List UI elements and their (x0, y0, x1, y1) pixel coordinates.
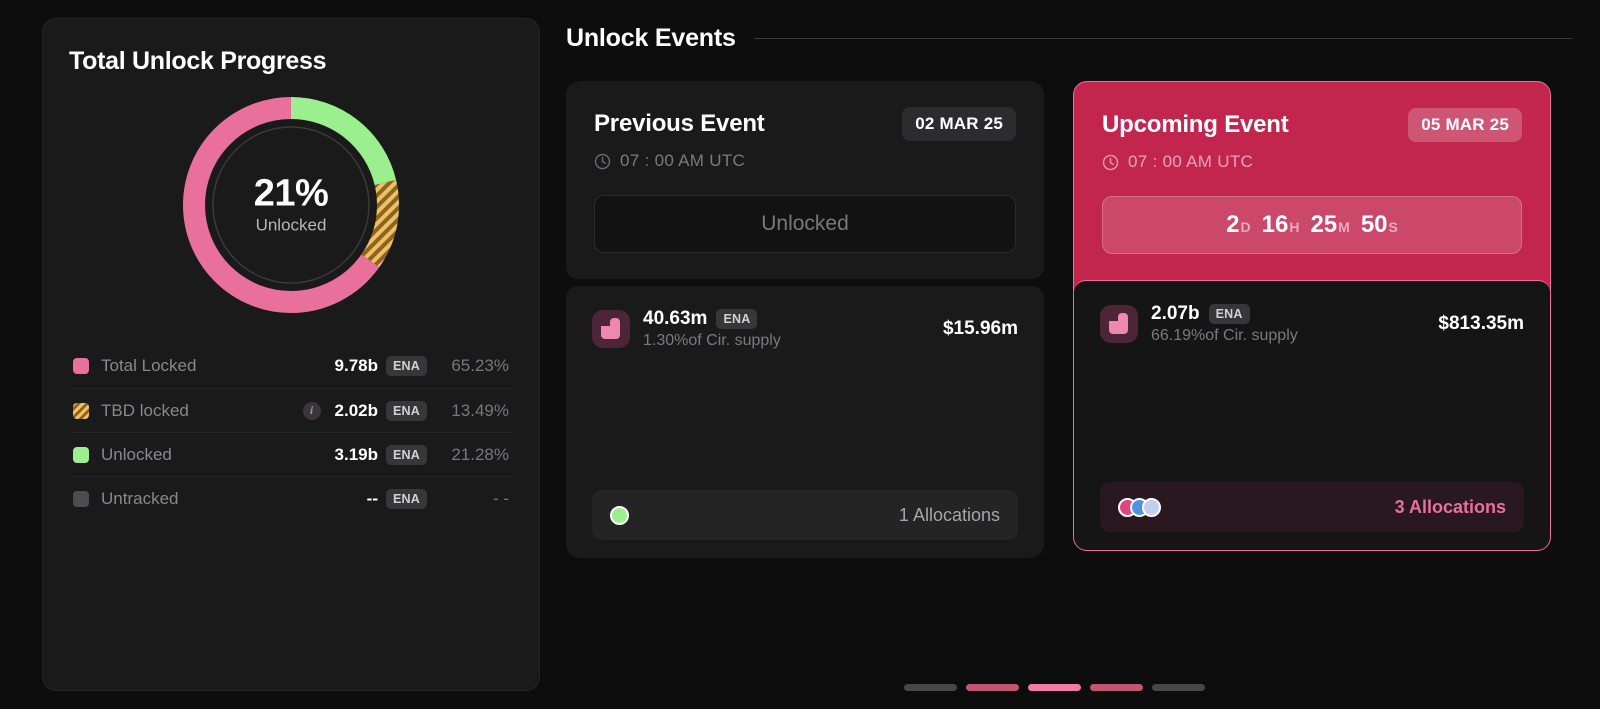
unlock-dashboard: Total Unlock Progress 21% Unlocked Total… (0, 0, 1600, 709)
carousel-pagination[interactable] (566, 648, 1572, 691)
upcoming-event-title: Upcoming Event (1102, 111, 1289, 138)
previous-event-token-row: 40.63m ENA 1.30%of Cir. supply $15.96m (592, 308, 1018, 350)
unlock-legend: Total Locked 9.78b ENA 65.23% TBD locked… (69, 344, 513, 520)
previous-event-time: 07 : 00 AM UTC (594, 151, 1016, 171)
legend-row-unlocked[interactable]: Unlocked 3.19b ENA 21.28% (69, 432, 513, 476)
pagination-dot-3-active[interactable] (1027, 684, 1081, 691)
allocation-dot (610, 505, 629, 525)
previous-event-body: 40.63m ENA 1.30%of Cir. supply $15.96m 1… (566, 286, 1044, 558)
legend-value: 2.02b (334, 400, 378, 420)
ena-token-icon (592, 310, 630, 348)
ticker-chip: ENA (716, 309, 758, 329)
upcoming-event-time-text: 07 : 00 AM UTC (1128, 152, 1254, 171)
legend-swatch-striped (73, 402, 89, 419)
clock-icon (1102, 154, 1119, 170)
upcoming-event-header: Upcoming Event 05 MAR 25 07 : 00 AM UTC … (1074, 82, 1550, 280)
ticker-chip: ENA (386, 488, 427, 509)
ticker-chip: ENA (1208, 304, 1250, 324)
header-divider (753, 38, 1572, 39)
countdown-days: 2 (1226, 211, 1240, 238)
token-supply-share: 66.19%of Cir. supply (1151, 327, 1298, 344)
countdown-hours: 16 (1261, 211, 1289, 238)
legend-swatch-gray (73, 490, 89, 507)
allocation-avatars (1118, 497, 1161, 517)
previous-event-title: Previous Event (594, 110, 765, 137)
upcoming-event-token-row: 2.07b ENA 66.19%of Cir. supply $813.35m (1100, 303, 1524, 345)
previous-event-time-text: 07 : 00 AM UTC (620, 151, 746, 170)
donut-center-label: Unlocked (255, 215, 327, 235)
ticker-chip: ENA (386, 356, 427, 376)
legend-value: 9.78b (334, 356, 378, 375)
legend-label: Unlocked (101, 444, 172, 464)
donut-percent-value: 21% (253, 172, 329, 215)
ticker-chip: ENA (386, 444, 427, 465)
countdown-timer: 2D 16H 25M 50S (1102, 196, 1522, 254)
countdown-seconds-unit: S (1388, 219, 1398, 235)
countdown-hours-unit: H (1289, 219, 1300, 235)
donut-center-labels: 21% Unlocked (216, 172, 366, 236)
pagination-dot-2[interactable] (965, 684, 1019, 691)
legend-label: Total Locked (101, 356, 197, 375)
previous-event-card[interactable]: Previous Event 02 MAR 25 07 : 00 AM UTC … (566, 81, 1044, 558)
legend-percent: 65.23% (451, 356, 509, 375)
previous-event-header: Previous Event 02 MAR 25 07 : 00 AM UTC … (566, 81, 1044, 279)
legend-percent: 13.49% (451, 400, 509, 420)
ena-token-icon (1100, 305, 1138, 343)
legend-swatch-green (73, 446, 89, 463)
pagination-dot-4[interactable] (1089, 684, 1143, 691)
legend-row-total-locked[interactable]: Total Locked 9.78b ENA 65.23% (69, 344, 513, 388)
unlock-donut-chart: 21% Unlocked (69, 94, 513, 316)
upcoming-event-allocations[interactable]: 3 Allocations (1100, 482, 1524, 532)
countdown-minutes: 25 (1310, 211, 1338, 238)
token-usd-value: $15.96m (942, 318, 1018, 339)
page-title: Total Unlock Progress (69, 47, 327, 75)
legend-row-untracked[interactable]: Untracked -- ENA - - (69, 476, 513, 520)
countdown-days-unit: D (1240, 219, 1251, 235)
allocation-dot (1142, 497, 1161, 517)
legend-value: -- (366, 488, 378, 508)
token-amount: 40.63m (643, 308, 708, 329)
ticker-chip: ENA (386, 400, 427, 421)
previous-event-date-badge: 02 MAR 25 (902, 107, 1016, 141)
token-supply-share: 1.30%of Cir. supply (643, 332, 781, 349)
previous-event-status: Unlocked (594, 195, 1016, 253)
upcoming-event-time: 07 : 00 AM UTC (1102, 152, 1522, 172)
legend-value: 3.19b (334, 444, 378, 464)
allocation-avatars (610, 505, 629, 525)
legend-label: TBD locked (101, 400, 189, 420)
upcoming-event-body: 2.07b ENA 66.19%of Cir. supply $813.35m (1074, 280, 1550, 550)
event-cards: Previous Event 02 MAR 25 07 : 00 AM UTC … (566, 81, 1572, 558)
countdown-seconds: 50 (1360, 211, 1388, 238)
unlock-events-section: Unlock Events Previous Event 02 MAR 25 0… (566, 18, 1572, 691)
token-amount: 2.07b (1151, 303, 1200, 324)
legend-percent: 21.28% (451, 444, 509, 464)
info-icon[interactable]: i (302, 401, 321, 420)
countdown-minutes-unit: M (1338, 219, 1350, 235)
legend-percent: - - (492, 488, 509, 508)
section-title: Unlock Events (566, 24, 736, 52)
upcoming-event-date-badge: 05 MAR 25 (1408, 108, 1522, 142)
legend-row-tbd-locked[interactable]: TBD locked i 2.02b ENA 13.49% (69, 388, 513, 432)
total-unlock-progress-panel: Total Unlock Progress 21% Unlocked Total… (42, 18, 540, 691)
unlock-events-header: Unlock Events (566, 24, 1572, 53)
upcoming-event-card[interactable]: Upcoming Event 05 MAR 25 07 : 00 AM UTC … (1073, 81, 1551, 551)
legend-label: Untracked (101, 488, 179, 508)
clock-icon (594, 153, 611, 169)
token-usd-value: $813.35m (1438, 313, 1524, 334)
allocations-label: 3 Allocations (1394, 496, 1506, 517)
previous-event-allocations[interactable]: 1 Allocations (592, 490, 1018, 540)
pagination-dot-5[interactable] (1151, 684, 1205, 691)
pagination-dot-1[interactable] (903, 684, 957, 691)
allocations-label: 1 Allocations (898, 504, 1000, 525)
legend-swatch-pink (73, 358, 89, 374)
